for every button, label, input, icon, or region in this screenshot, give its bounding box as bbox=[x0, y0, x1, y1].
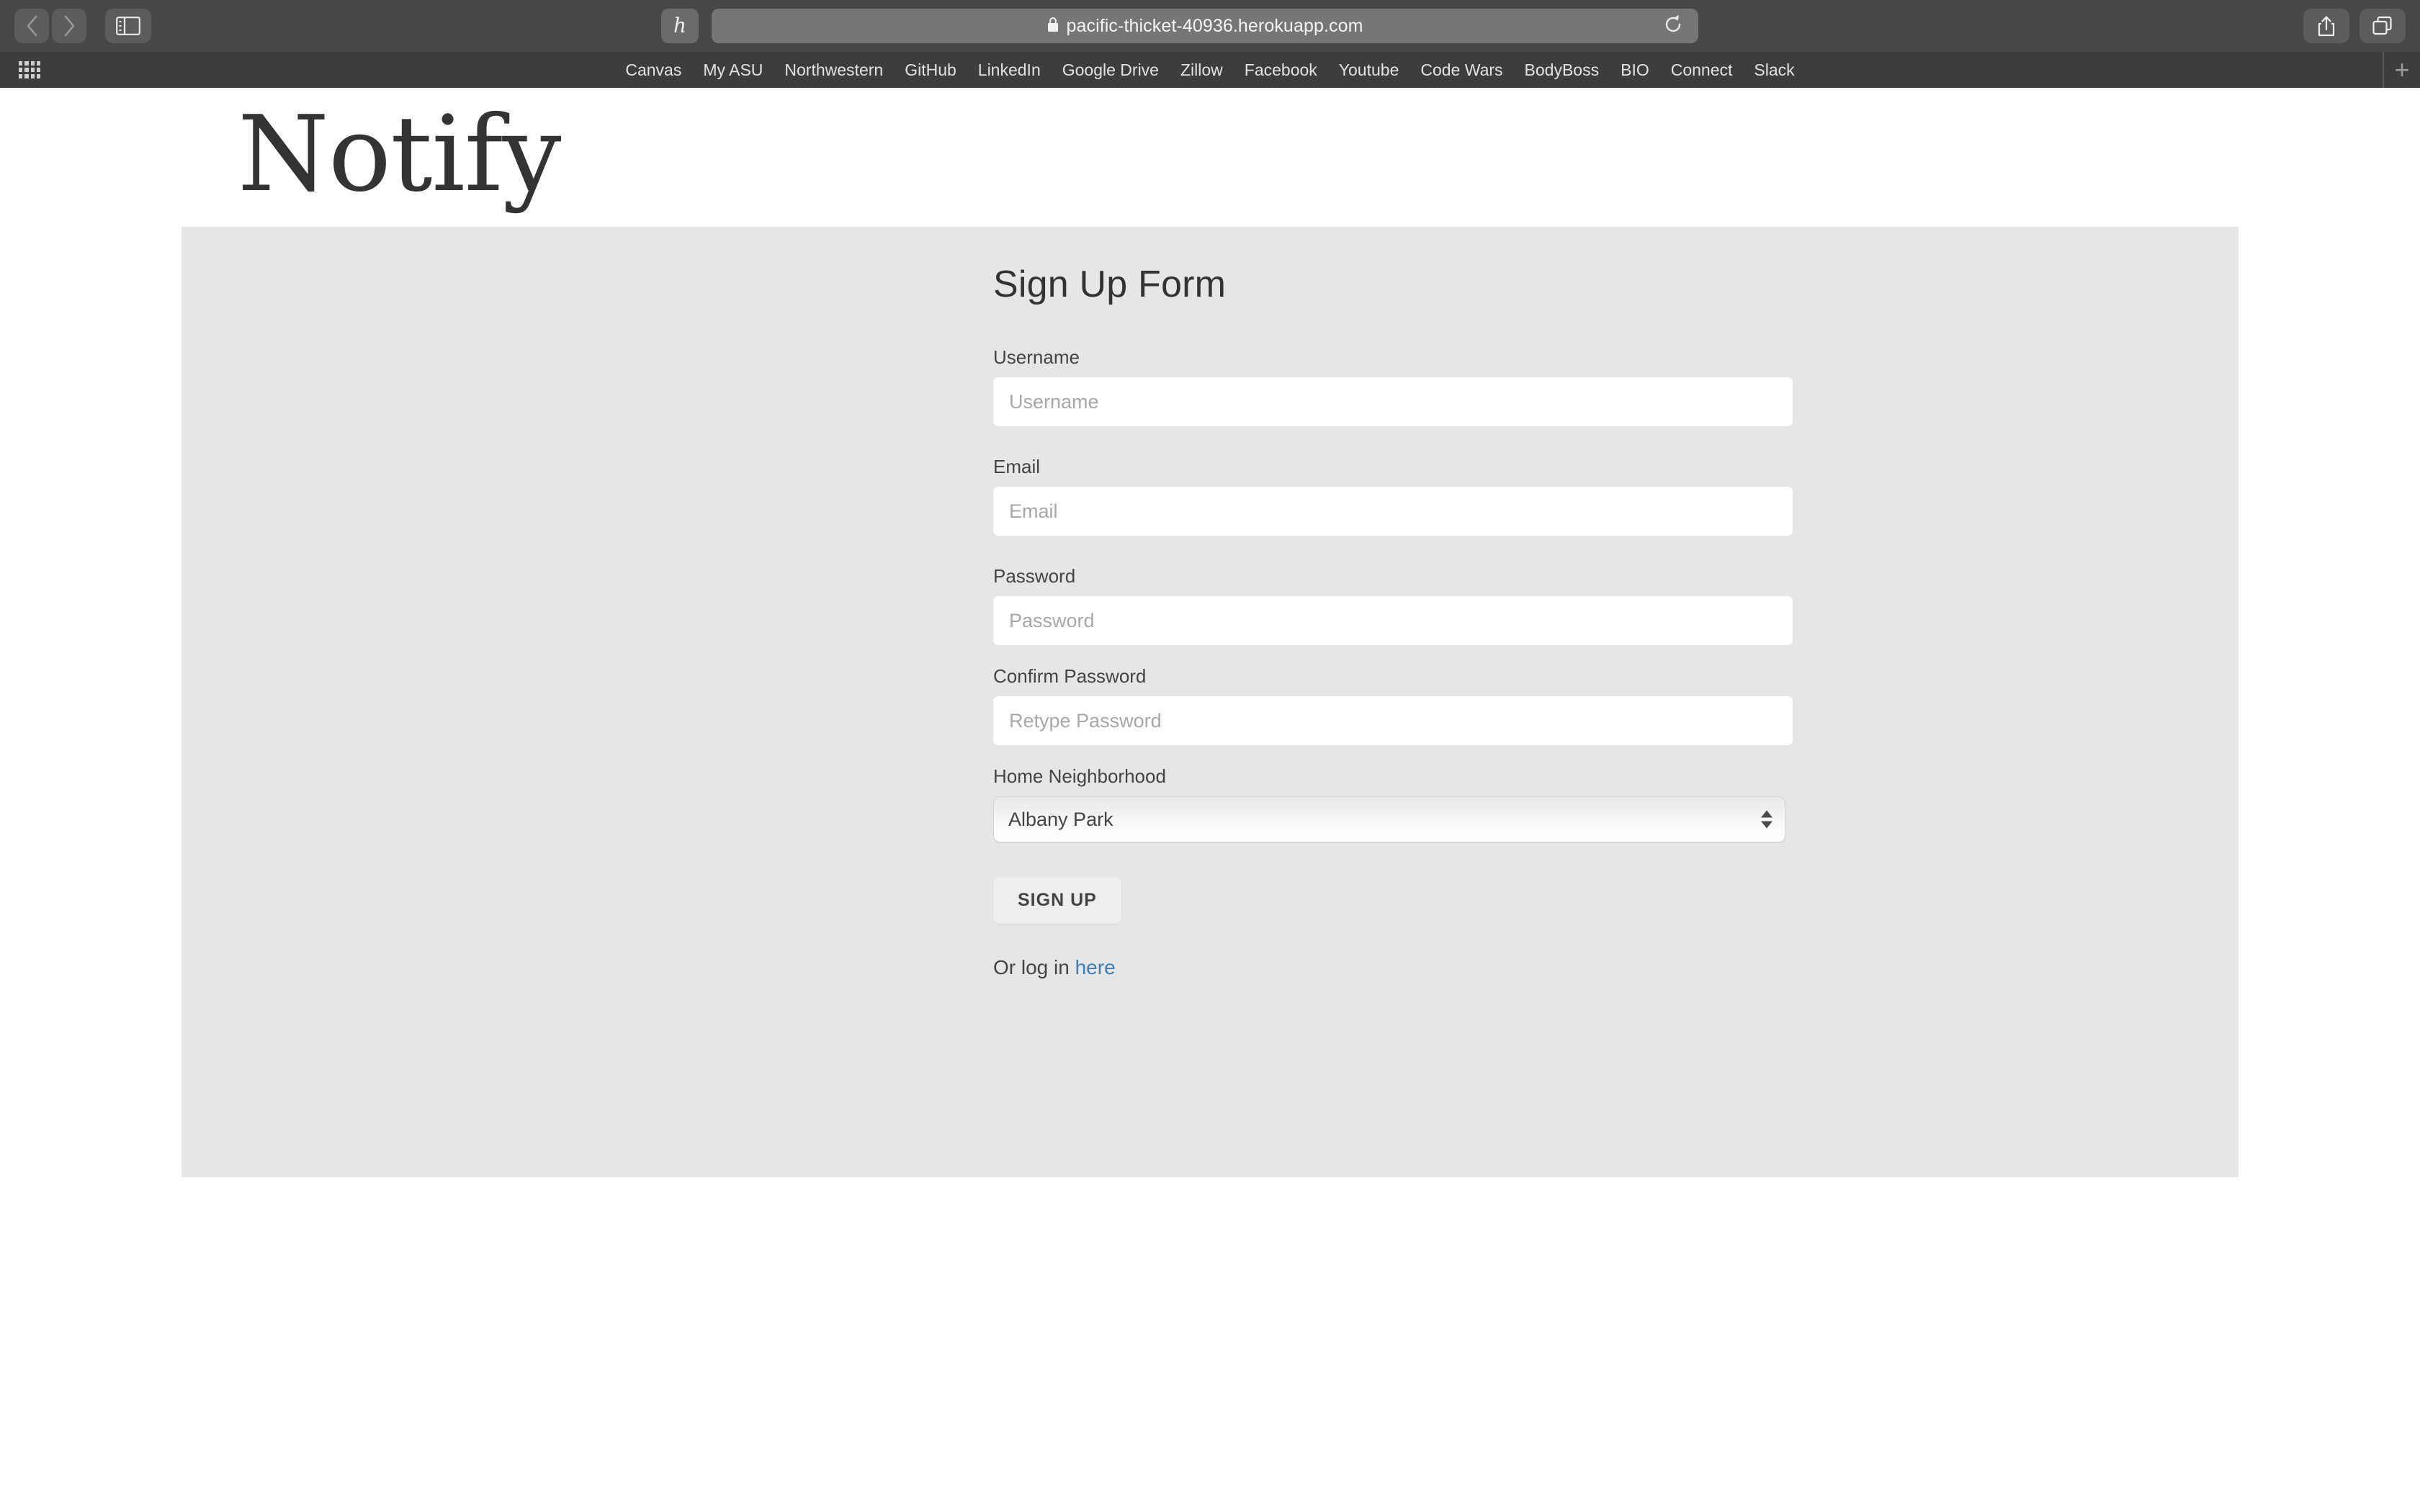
extension-h-icon: h bbox=[673, 14, 687, 37]
password-label: Password bbox=[993, 565, 1076, 587]
password-input[interactable] bbox=[993, 596, 1793, 645]
login-prompt: Or log in here bbox=[993, 956, 1793, 979]
back-button[interactable] bbox=[14, 9, 49, 43]
page-title: Sign Up Form bbox=[993, 264, 1227, 305]
field-email: Email bbox=[993, 456, 1793, 536]
url-display: pacific-thicket-40936.herokuapp.com bbox=[1047, 16, 1363, 37]
bookmark-youtube[interactable]: Youtube bbox=[1328, 60, 1410, 80]
address-bar[interactable]: pacific-thicket-40936.herokuapp.com bbox=[712, 9, 1698, 43]
bookmark-zillow[interactable]: Zillow bbox=[1170, 60, 1234, 80]
toolbar-right-buttons bbox=[2303, 9, 2406, 43]
chevron-right-icon bbox=[62, 14, 76, 37]
signup-panel: Sign Up Form Username Email Password Con… bbox=[182, 227, 2238, 1177]
share-icon bbox=[2317, 15, 2336, 37]
forward-button[interactable] bbox=[52, 9, 86, 43]
confirm-password-label: Confirm Password bbox=[993, 665, 1147, 687]
login-here-link[interactable]: here bbox=[1075, 956, 1116, 978]
email-label: Email bbox=[993, 456, 1041, 477]
login-prompt-text: Or log in bbox=[993, 956, 1075, 978]
lock-icon bbox=[1047, 16, 1059, 37]
bookmark-facebook[interactable]: Facebook bbox=[1234, 60, 1328, 80]
sidebar-toggle-icon bbox=[116, 17, 140, 35]
navigation-buttons bbox=[14, 9, 151, 43]
bookmarks-bar: Canvas My ASU Northwestern GitHub Linked… bbox=[0, 52, 2420, 88]
home-neighborhood-select-wrap: Albany Park bbox=[993, 796, 1785, 842]
confirm-password-input[interactable] bbox=[993, 696, 1793, 745]
home-neighborhood-select[interactable]: Albany Park bbox=[993, 796, 1785, 842]
username-input[interactable] bbox=[993, 377, 1793, 426]
share-button[interactable] bbox=[2303, 9, 2349, 43]
username-label: Username bbox=[993, 346, 1080, 368]
field-username: Username bbox=[993, 346, 1793, 426]
bookmark-connect[interactable]: Connect bbox=[1660, 60, 1744, 80]
page-content: Notify Sign Up Form Username Email Passw… bbox=[0, 88, 2420, 1512]
extension-button[interactable]: h bbox=[661, 9, 699, 43]
chevron-left-icon bbox=[24, 14, 39, 37]
address-bar-area: h pacific-thicket-40936.herokuapp.com bbox=[661, 9, 1698, 43]
sign-up-button[interactable]: SIGN UP bbox=[993, 877, 1121, 924]
signup-form: Sign Up Form Username Email Password Con… bbox=[993, 227, 1793, 979]
bookmark-google-drive[interactable]: Google Drive bbox=[1052, 60, 1170, 80]
bookmark-my-asu[interactable]: My ASU bbox=[692, 60, 774, 80]
bookmark-github[interactable]: GitHub bbox=[894, 60, 967, 80]
field-home-neighborhood: Home Neighborhood Albany Park bbox=[993, 765, 1793, 842]
site-logo[interactable]: Notify bbox=[238, 102, 561, 207]
bookmark-items: Canvas My ASU Northwestern GitHub Linked… bbox=[0, 60, 2420, 80]
home-neighborhood-label: Home Neighborhood bbox=[993, 765, 1166, 787]
tab-overview-icon bbox=[2372, 16, 2393, 36]
bookmark-code-wars[interactable]: Code Wars bbox=[1410, 60, 1513, 80]
new-tab-button[interactable]: + bbox=[2383, 52, 2420, 88]
bookmark-bio[interactable]: BIO bbox=[1610, 60, 1660, 80]
submit-row: SIGN UP bbox=[993, 877, 1793, 924]
bookmark-slack[interactable]: Slack bbox=[1743, 60, 1805, 80]
field-password: Password bbox=[993, 565, 1793, 645]
field-confirm-password: Confirm Password bbox=[993, 665, 1793, 745]
bookmark-canvas[interactable]: Canvas bbox=[614, 60, 692, 80]
email-input[interactable] bbox=[993, 487, 1793, 536]
tab-overview-button[interactable] bbox=[2360, 9, 2406, 43]
url-text: pacific-thicket-40936.herokuapp.com bbox=[1066, 15, 1363, 36]
browser-toolbar: h pacific-thicket-40936.herokuapp.com bbox=[0, 0, 2420, 52]
reload-icon bbox=[1662, 14, 1684, 39]
reload-button[interactable] bbox=[1661, 14, 1685, 38]
sidebar-toggle-button[interactable] bbox=[105, 9, 151, 43]
bookmark-northwestern[interactable]: Northwestern bbox=[774, 60, 894, 80]
bookmark-linkedin[interactable]: LinkedIn bbox=[967, 60, 1052, 80]
bookmark-bodyboss[interactable]: BodyBoss bbox=[1514, 60, 1610, 80]
